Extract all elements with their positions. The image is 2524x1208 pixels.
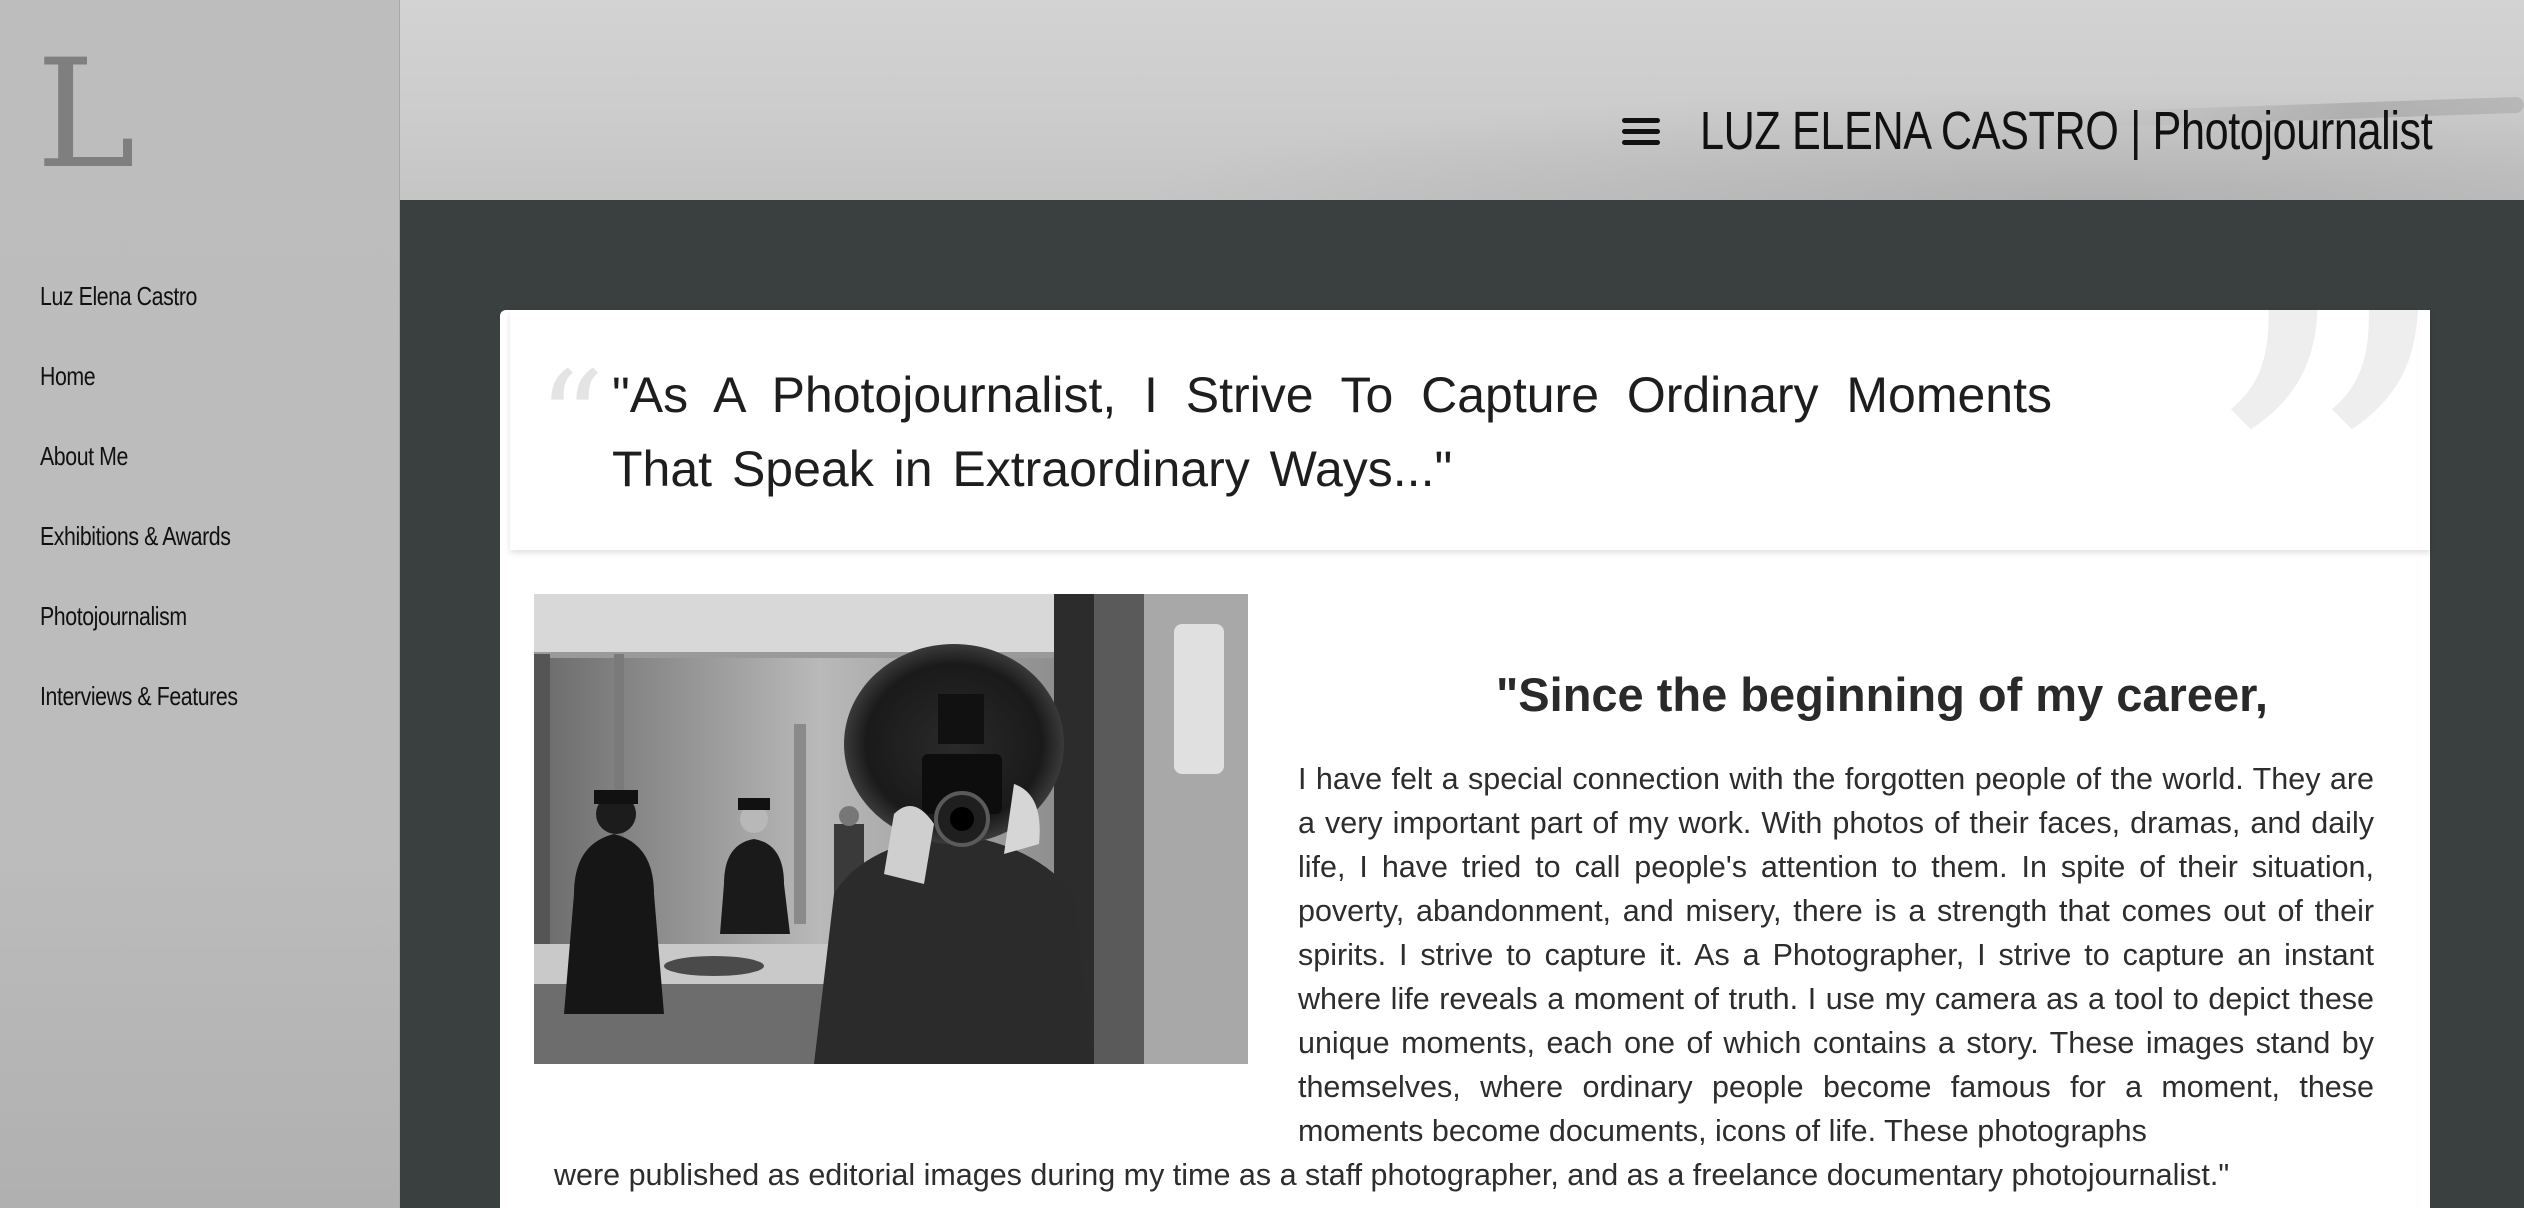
- sidebar-item-label[interactable]: Home: [40, 361, 96, 392]
- sidebar-item-label[interactable]: Photojournalism: [40, 601, 187, 632]
- sidebar-nav: Luz Elena Castro Home About Me Exhibitio…: [40, 256, 281, 736]
- logo[interactable]: L: [36, 40, 136, 190]
- hamburger-menu-icon[interactable]: [1622, 118, 1662, 148]
- body-paragraph: I have felt a special connection with th…: [1298, 761, 2374, 1148]
- self-portrait-photo: [534, 594, 1248, 1064]
- close-quote-icon: ”: [2194, 310, 2430, 550]
- header: LUZ ELENA CASTRO | Photojournalist: [400, 0, 2524, 200]
- sidebar-item-about-me[interactable]: About Me: [40, 416, 281, 496]
- open-quote-icon: “: [538, 343, 605, 495]
- site-title[interactable]: LUZ ELENA CASTRO | Photojournalist: [1700, 100, 2433, 162]
- pullquote-text: "As A Photojournalist, I Strive To Captu…: [612, 367, 2052, 497]
- sidebar: L Luz Elena Castro Home About Me Exhibit…: [0, 0, 400, 1208]
- body-paragraph-continuation: were published as editorial images durin…: [554, 1157, 2230, 1192]
- sidebar-item-label[interactable]: Exhibitions & Awards: [40, 521, 231, 552]
- sidebar-item-label[interactable]: Interviews & Features: [40, 681, 238, 712]
- sidebar-item-exhibitions-awards[interactable]: Exhibitions & Awards: [40, 496, 281, 576]
- pullquote-box: “ ” "As A Photojournalist, I Strive To C…: [510, 310, 2430, 550]
- sidebar-item-label[interactable]: About Me: [40, 441, 128, 472]
- sidebar-item-luz-elena-castro[interactable]: Luz Elena Castro: [40, 256, 281, 336]
- sidebar-item-interviews-features[interactable]: Interviews & Features: [40, 656, 281, 736]
- sidebar-item-label[interactable]: Luz Elena Castro: [40, 281, 197, 312]
- sidebar-item-home[interactable]: Home: [40, 336, 281, 416]
- section-heading: "Since the beginning of my career,: [1496, 668, 2268, 721]
- content-card: “ ” "As A Photojournalist, I Strive To C…: [500, 310, 2430, 1208]
- sidebar-item-photojournalism[interactable]: Photojournalism: [40, 576, 281, 656]
